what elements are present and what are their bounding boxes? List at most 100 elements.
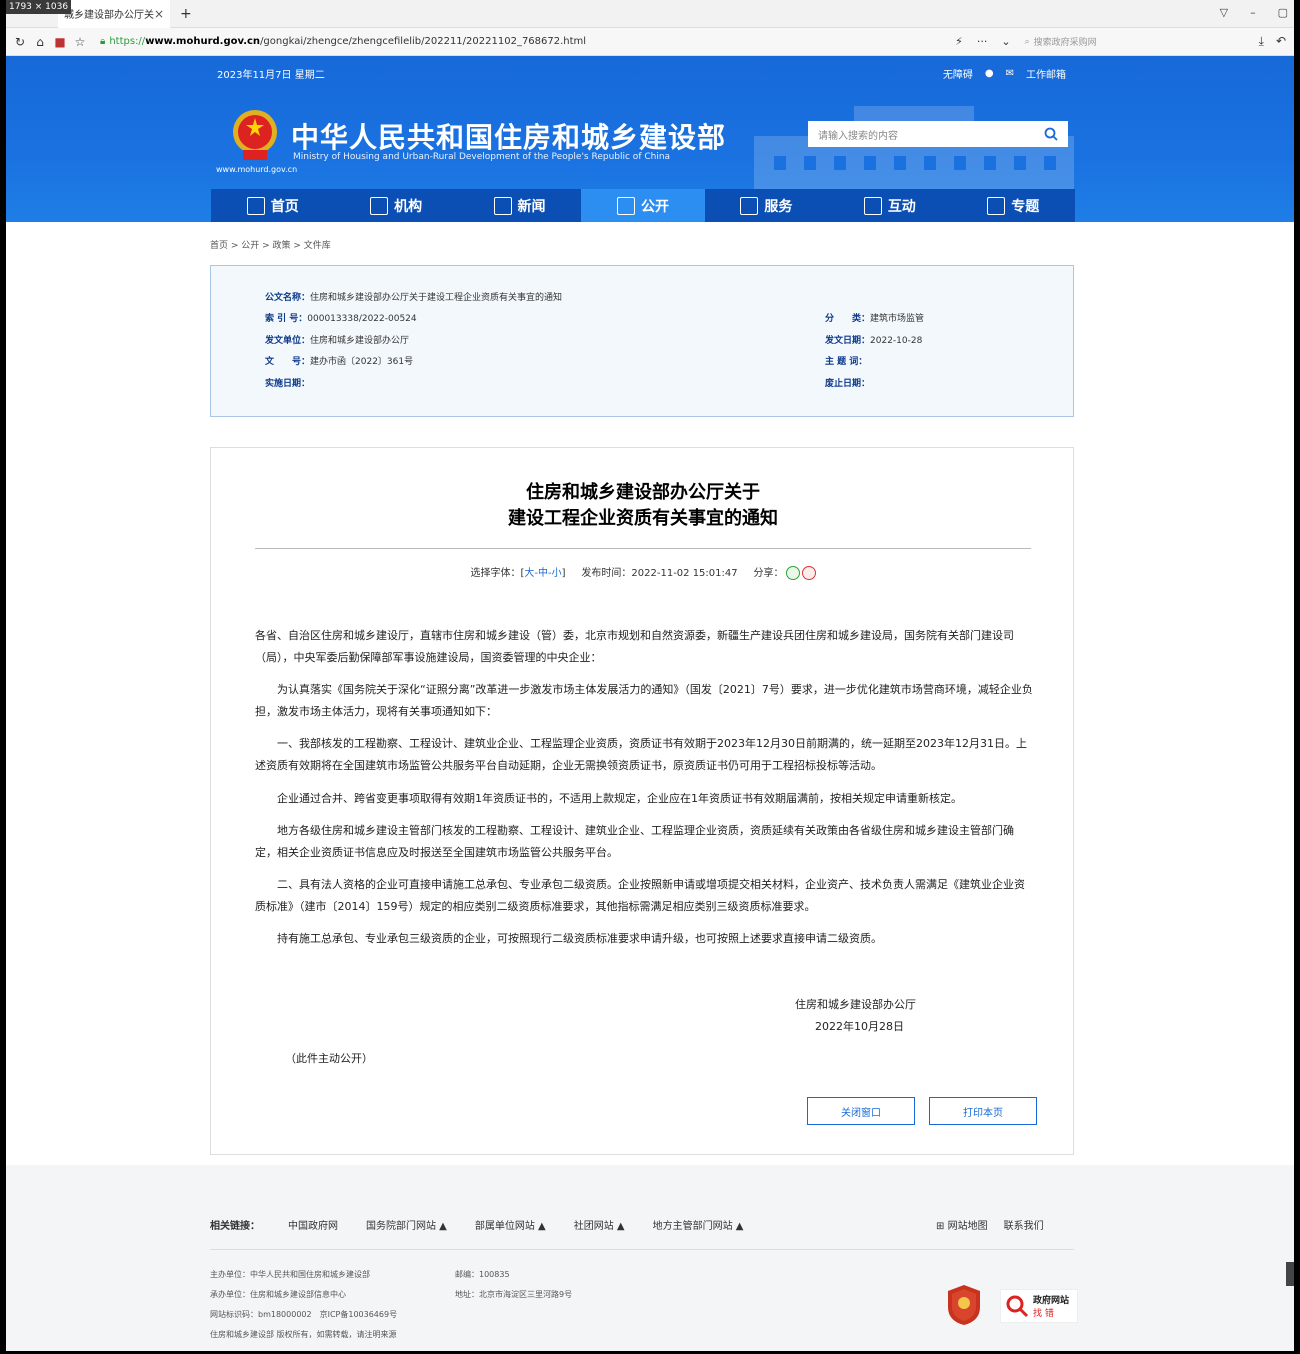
font-size-end: ] <box>561 568 566 579</box>
contact-link[interactable]: 联系我们 <box>1004 1217 1044 1232</box>
wechat-icon[interactable]: ● <box>985 68 994 79</box>
wechat-share-icon[interactable] <box>785 566 800 580</box>
article-paragraph: 二、具有法人资格的企业可直接申请施工总承包、专业承包二级资质。企业按照新申请或增… <box>255 878 1025 913</box>
weibo-share-icon[interactable] <box>801 566 816 580</box>
link-affiliated-units[interactable]: 部属单位网站 ▲ <box>475 1217 546 1232</box>
briefcase-icon[interactable]: ■ <box>50 35 70 49</box>
party-gov-badge-icon[interactable] <box>946 1283 982 1327</box>
nav-item-public[interactable]: 公开 <box>581 189 705 222</box>
nav-label: 公开 <box>640 198 669 215</box>
title-divider <box>255 548 1031 549</box>
article-paragraph: 地方各级住房和城乡建设主管部门核发的工程勘察、工程设计、建筑业企业、工程监理企业… <box>255 824 1014 859</box>
article-paragraph: 各省、自治区住房和城乡建设厅，直辖市住房和城乡建设（管）委，北京市规划和自然资源… <box>255 629 1014 664</box>
window-controls: ▽ – ▢ <box>1220 6 1288 19</box>
close-window-button[interactable]: 关闭窗口 <box>807 1097 915 1125</box>
link-associations[interactable]: 社团网站 ▲ <box>574 1217 625 1232</box>
article-title-line2: 建设工程企业资质有关事宜的通知 <box>508 508 778 529</box>
nav-label: 专题 <box>1011 198 1040 215</box>
new-tab-button[interactable]: + <box>180 6 192 22</box>
meta-issue-date: 发文日期：2022-10-28 <box>825 336 923 346</box>
shirt-icon[interactable]: ▽ <box>1220 6 1228 19</box>
undo-icon[interactable]: ↶ <box>1276 34 1286 49</box>
meta-expire-date: 废止日期： <box>825 379 871 389</box>
more-icon[interactable]: ··· <box>977 35 988 48</box>
nav-label: 首页 <box>270 198 299 215</box>
undertaker-unit: 承办单位：住房和城乡建设部信息中心 <box>210 1290 346 1299</box>
breadcrumb[interactable]: 首页 > 公开 > 政策 > 文件库 <box>210 238 331 251</box>
meta-category: 分 类：建筑市场监管 <box>825 314 925 324</box>
magnifier-icon <box>1006 1295 1029 1318</box>
find-error-label: 找 错 <box>1033 1309 1054 1319</box>
gov-site-error-report[interactable]: 政府网站 找 错 <box>1000 1289 1078 1323</box>
font-size-label: 选择字体：[ <box>470 568 525 579</box>
site-url-label: www.mohurd.gov.cn <box>216 165 298 174</box>
site-subtitle: Ministry of Housing and Urban-Rural Deve… <box>293 152 671 162</box>
site-id: 网站标识码：bm18000002 京ICP备10036469号 <box>210 1310 398 1319</box>
article-paragraph: 一、我部核发的工程勘察、工程设计、建筑业企业、工程监理企业资质，资质证书有效期于… <box>255 737 1027 772</box>
font-small-link[interactable]: 小 <box>552 568 562 579</box>
meta-index: 索 引 号：000013338/2022-00524 <box>265 314 417 324</box>
nav-label: 服务 <box>764 198 793 215</box>
header-links: 无障碍 ● ✉ 工作邮箱 <box>943 66 1066 81</box>
national-emblem-icon[interactable] <box>230 106 280 162</box>
document-icon <box>616 196 635 215</box>
browser-search[interactable]: ⌕ 搜索政府采购网 <box>1025 35 1245 49</box>
scroll-handle[interactable] <box>1286 1262 1294 1286</box>
meta-keywords: 主 题 词： <box>825 357 868 367</box>
minimize-icon[interactable]: – <box>1250 6 1256 19</box>
nav-item-home[interactable]: 首页 <box>211 189 334 222</box>
font-medium-link[interactable]: 中 <box>538 568 548 579</box>
current-date: 2023年11月7日 星期二 <box>217 70 325 81</box>
browser-window: 1793 × 1036 城乡建设部办公厅关于 × + ▽ – ▢ ↻ ⌂ ■ ☆… <box>0 0 1300 1354</box>
link-gov-cn[interactable]: 中国政府网 <box>288 1217 338 1232</box>
nav-item-topic[interactable]: 专题 <box>952 189 1075 222</box>
gov-site-error-text: 政府网站 找 错 <box>1033 1293 1069 1319</box>
site-header: 2023年11月7日 星期二 无障碍 ● ✉ 工作邮箱 www.mohurd.g… <box>6 56 1294 222</box>
site-search-input[interactable]: 请输入搜索的内容 <box>808 121 1068 147</box>
site-footer: 相关链接： 中国政府网 国务院部门网站 ▲ 部属单位网站 ▲ 社团网站 ▲ 地方… <box>6 1165 1294 1351</box>
sitemap-link[interactable]: ⊞ 网站地图 <box>936 1217 988 1232</box>
main-nav: 首页 机构 新闻 公开 服务 互动 专题 <box>211 189 1075 222</box>
nav-item-service[interactable]: 服务 <box>705 189 828 222</box>
home-icon <box>246 196 265 215</box>
chevron-down-icon[interactable]: ⌄ <box>1001 35 1010 48</box>
share-label: 分享： <box>753 568 784 579</box>
meta-doc-no: 文 号：建办市函〔2022〕361号 <box>265 357 414 367</box>
dimension-badge: 1793 × 1036 <box>6 0 72 14</box>
url-protocol: https:// <box>109 36 146 47</box>
publish-time: 发布时间：2022-11-02 15:01:47 <box>581 568 738 579</box>
favorites-icon[interactable]: ☆ <box>70 35 90 49</box>
search-icon[interactable] <box>1044 127 1058 141</box>
mail-link[interactable]: 工作邮箱 <box>1026 66 1066 81</box>
browser-search-placeholder: 搜索政府采购网 <box>1033 38 1097 48</box>
print-button[interactable]: 打印本页 <box>929 1097 1037 1125</box>
nav-label: 新闻 <box>517 198 546 215</box>
url-path: /gongkai/zhengce/zhengcefilelib/202211/2… <box>260 36 587 47</box>
font-large-link[interactable]: 大 <box>524 568 534 579</box>
accessibility-link[interactable]: 无障碍 <box>943 66 973 81</box>
related-links-label: 相关链接： <box>210 1221 260 1232</box>
address-bar: ↻ ⌂ ■ ☆ 🔒︎ https://www.mohurd.gov.cn/gon… <box>6 28 1294 56</box>
link-state-council-depts[interactable]: 国务院部门网站 ▲ <box>366 1217 447 1232</box>
site-title[interactable]: 中华人民共和国住房和城乡建设部 <box>291 116 726 156</box>
url-field[interactable]: https://www.mohurd.gov.cn/gongkai/zhengc… <box>109 36 955 47</box>
nav-item-interact[interactable]: 互动 <box>828 189 951 222</box>
article-title-line1: 住房和城乡建设部办公厅关于 <box>526 482 760 503</box>
nav-item-news[interactable]: 新闻 <box>458 189 581 222</box>
footer-right-links: ⊞ 网站地图 联系我们 <box>936 1217 1044 1232</box>
browser-tab[interactable]: 城乡建设部办公厅关于 × <box>58 0 170 28</box>
close-tab-icon[interactable]: × <box>154 7 164 21</box>
link-local-authorities[interactable]: 地方主管部门网站 ▲ <box>653 1217 744 1232</box>
nav-label: 机构 <box>394 198 423 215</box>
nav-item-institutions[interactable]: 机构 <box>334 189 457 222</box>
refresh-icon[interactable]: ↻ <box>10 35 30 49</box>
download-icon[interactable]: ⤓ <box>1259 34 1264 49</box>
news-icon <box>493 196 512 215</box>
restore-icon[interactable]: ▢ <box>1278 6 1288 19</box>
lightning-icon[interactable]: ⚡ <box>955 35 963 48</box>
footer-divider <box>210 1249 1074 1250</box>
home-icon[interactable]: ⌂ <box>30 35 50 49</box>
sign-date: 2022年10月28日 <box>815 1020 904 1033</box>
article-container: 住房和城乡建设部办公厅关于 建设工程企业资质有关事宜的通知 选择字体：[大-中-… <box>210 447 1074 1155</box>
topic-icon <box>987 196 1006 215</box>
